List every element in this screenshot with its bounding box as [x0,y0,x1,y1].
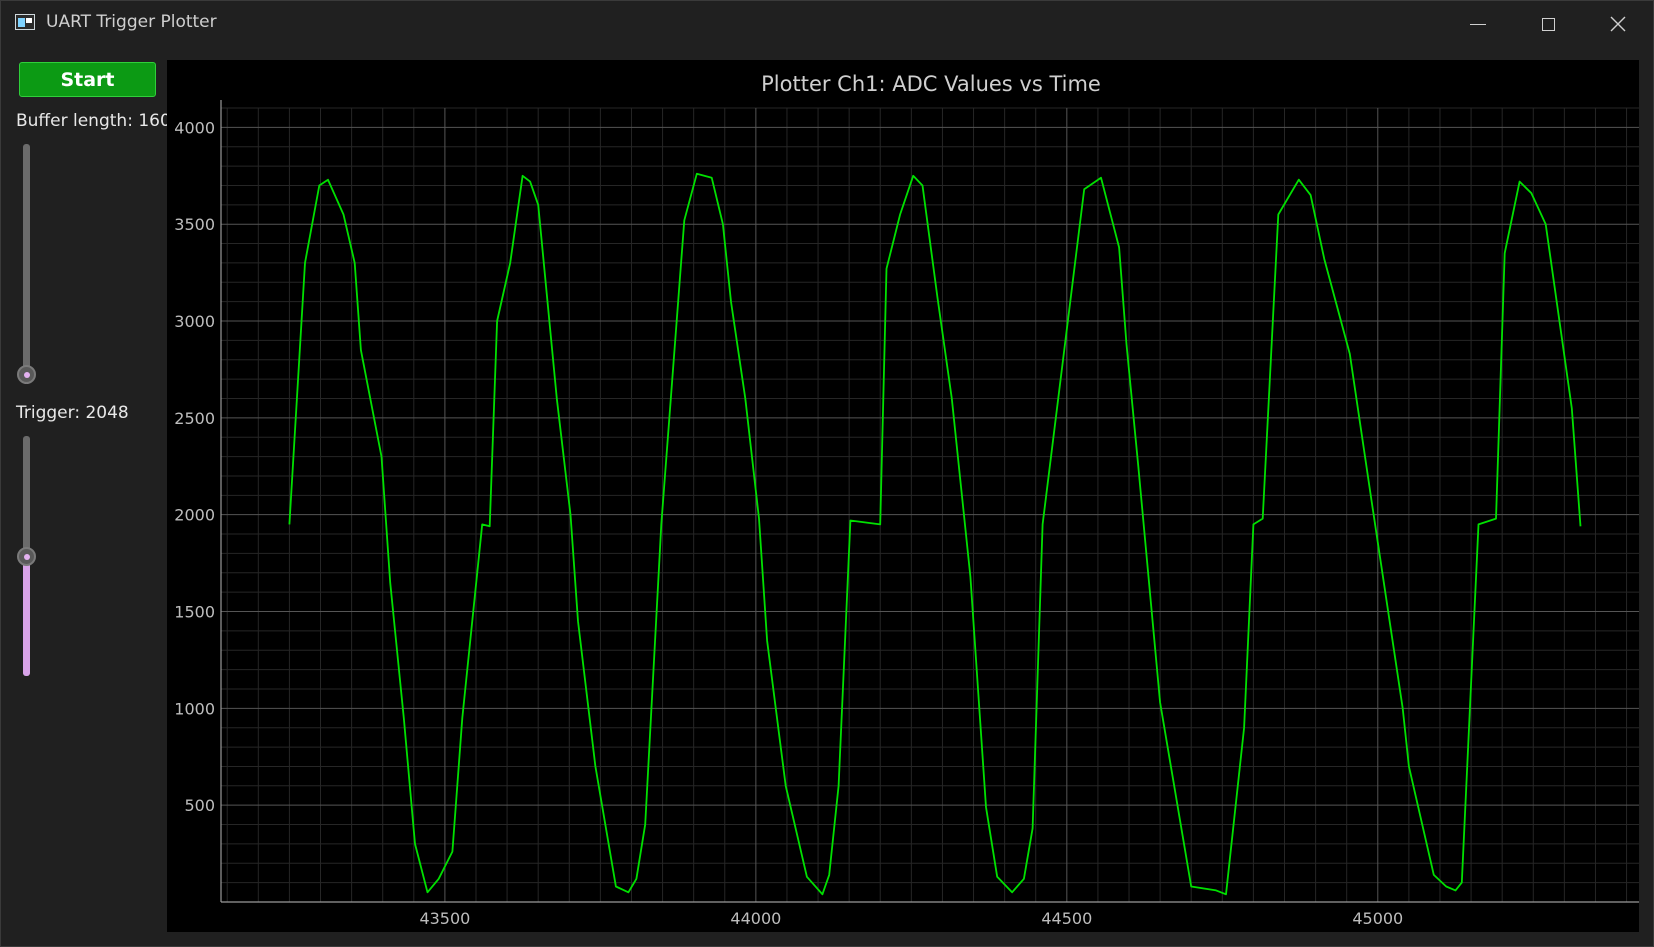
trigger-slider-handle[interactable] [17,547,36,566]
control-panel: Start Buffer length: 160 Trigger: 2048 [1,47,171,947]
chart-title: Plotter Ch1: ADC Values vs Time [761,72,1101,96]
trigger-slider[interactable] [17,436,36,676]
buffer-length-label: Buffer length: 160 [16,111,171,131]
y-tick-label: 3000 [174,312,215,331]
y-tick-label: 500 [184,796,215,815]
x-tick-label: 44500 [1041,909,1092,928]
title-bar[interactable]: UART Trigger Plotter [1,1,1653,47]
maximize-icon[interactable] [1513,1,1583,47]
y-tick-label: 2500 [174,409,215,428]
y-tick-label: 2000 [174,506,215,525]
trigger-slider-fill [23,556,30,676]
window-title: UART Trigger Plotter [46,12,217,32]
app-window: UART Trigger Plotter Start Buffer length… [0,0,1654,947]
x-tick-label: 45000 [1352,909,1403,928]
start-button[interactable]: Start [19,62,156,97]
x-tick-label: 43500 [419,909,470,928]
close-icon[interactable] [1583,1,1653,47]
y-tick-label: 3500 [174,215,215,234]
x-tick-label: 44000 [730,909,781,928]
trigger-label: Trigger: 2048 [16,403,129,423]
y-tick-label: 1000 [174,699,215,718]
minimize-icon[interactable] [1443,1,1513,47]
plot-area[interactable]: 500 1000 1500 2000 2500 3000 3500 4000 43500 4400… [167,60,1639,932]
buffer-length-slider[interactable] [17,144,36,385]
app-plot-icon [15,14,35,30]
buffer-slider-handle[interactable] [17,365,36,385]
adc-chart[interactable]: 500 1000 1500 2000 2500 3000 3500 4000 43500 4400… [167,60,1639,932]
y-tick-label: 4000 [174,118,215,137]
y-tick-label: 1500 [174,603,215,622]
